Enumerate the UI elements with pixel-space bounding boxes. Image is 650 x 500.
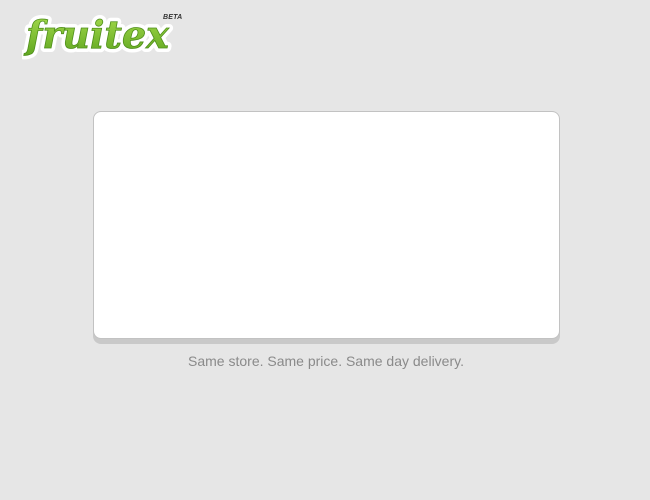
tagline: Same store. Same price. Same day deliver… xyxy=(188,353,464,369)
svg-text:fruitex: fruitex xyxy=(23,12,170,57)
content-card xyxy=(93,111,560,339)
main-panel xyxy=(93,111,560,344)
beta-badge: BETA xyxy=(163,14,183,21)
